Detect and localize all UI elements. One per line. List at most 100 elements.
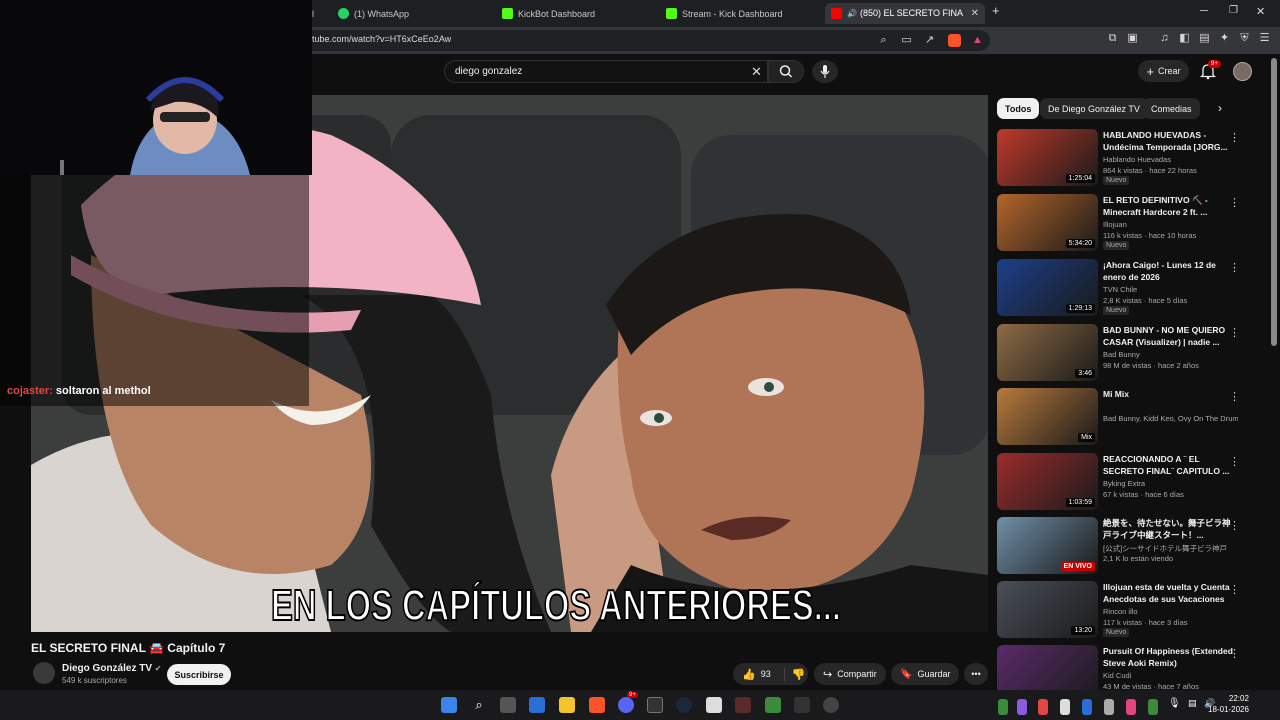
tray-icon-8[interactable] — [1148, 699, 1158, 715]
task-view-icon[interactable] — [500, 697, 516, 713]
tray-icon-1[interactable] — [998, 699, 1008, 715]
recommendation-title[interactable]: Mi Mix — [1103, 389, 1233, 401]
recommendation-card[interactable]: 1:03:59 REACCIONANDO A ¨ EL SECRETO FINAL… — [997, 453, 1277, 511]
tray-icon-4[interactable] — [1060, 699, 1070, 715]
tray-icon-6[interactable] — [1104, 699, 1114, 715]
tray-icon-2[interactable] — [1017, 699, 1027, 715]
video-thumbnail[interactable]: EN VIVO — [997, 517, 1098, 574]
music-icon[interactable]: ♫ — [1158, 32, 1171, 45]
chevron-right-icon[interactable]: › — [1218, 101, 1222, 115]
more-vertical-icon[interactable]: ⋮ — [1229, 261, 1240, 274]
cast-icon[interactable]: ▭ — [900, 34, 913, 47]
video-thumbnail[interactable]: Mix — [997, 388, 1098, 445]
epic-games-icon[interactable] — [647, 697, 663, 713]
recommendation-channel[interactable]: Illojuan — [1103, 220, 1238, 229]
share-icon[interactable]: ↗ — [923, 34, 936, 47]
restore-icon[interactable]: ❐ — [1229, 5, 1238, 16]
steam-icon[interactable] — [676, 697, 692, 713]
recommendation-card[interactable]: 1:25:04 HABLANDO HUEVADAS - Undécima Temp… — [997, 129, 1277, 187]
chip-comedy[interactable]: Comedias — [1143, 98, 1200, 119]
recommendation-channel[interactable]: Byking Extra — [1103, 479, 1238, 488]
recommendation-card[interactable]: 13:20 Illojuan esta de vuelta y Cuenta An… — [997, 581, 1277, 639]
channel-name[interactable]: Diego González TV ✔ — [62, 663, 162, 674]
recommendation-title[interactable]: ¡Ahora Caigo! - Lunes 12 de enero de 202… — [1103, 260, 1233, 283]
recommendation-channel[interactable]: Kid Cudi — [1103, 671, 1238, 680]
brave-shield-icon[interactable] — [948, 34, 961, 47]
more-vertical-icon[interactable]: ⋮ — [1229, 131, 1240, 144]
search-taskbar-icon[interactable]: ⌕ — [471, 697, 487, 713]
store-icon[interactable] — [529, 697, 545, 713]
start-icon[interactable] — [441, 697, 457, 713]
dislike-button[interactable]: 👎 — [783, 667, 805, 681]
recommendation-channel[interactable]: [公式]シーサイドホテル舞子ビラ神戸 — [1103, 543, 1238, 554]
recommendation-channel[interactable]: Bad Bunny, Kidd Keo, Ovy On The Drum... — [1103, 414, 1238, 423]
recommendation-title[interactable]: REACCIONANDO A ¨ EL SECRETO FINAL¨ CAPIT… — [1103, 454, 1233, 477]
recommendation-channel[interactable]: TVN Chile — [1103, 285, 1238, 294]
discord-icon[interactable] — [618, 697, 634, 713]
microphone-tray-icon[interactable]: 🎙 — [1168, 698, 1181, 714]
minecraft-icon[interactable] — [765, 697, 781, 713]
search-input[interactable]: diego gonzalez ✕ — [444, 60, 768, 83]
more-vertical-icon[interactable]: ⋮ — [1229, 196, 1240, 209]
recommendation-title[interactable]: EL RETO DEFINITIVO ⛏️ - Minecraft Hardco… — [1103, 195, 1233, 218]
video-thumbnail[interactable]: 5:34:20 — [997, 194, 1098, 251]
recommendation-card[interactable]: 3:46 BAD BUNNY - NO ME QUIERO CASAR (Visu… — [997, 324, 1277, 382]
video-thumbnail[interactable]: 3:46 — [997, 324, 1098, 381]
zoom-icon[interactable]: ⌕ — [877, 34, 890, 47]
tab-whatsapp[interactable]: (1) WhatsApp — [338, 3, 488, 24]
chip-channel[interactable]: De Diego González TV — [1040, 98, 1148, 119]
recommendation-card[interactable]: 1:29:13 ¡Ahora Caigo! - Lunes 12 de enero… — [997, 259, 1277, 317]
sidebar-icon[interactable]: ◧ — [1178, 32, 1191, 45]
brave-rewards-icon[interactable]: ▲ — [971, 34, 984, 47]
video-thumbnail[interactable]: 13:20 — [997, 581, 1098, 638]
video-thumbnail[interactable]: 1:03:59 — [997, 453, 1098, 510]
davinci-icon[interactable] — [794, 697, 810, 713]
app-n-icon[interactable] — [706, 697, 722, 713]
subscribe-button[interactable]: Suscribirse — [167, 664, 231, 685]
tab-kick-dashboard[interactable]: Stream - Kick Dashboard — [666, 3, 816, 24]
recommendation-title[interactable]: Illojuan esta de vuelta y Cuenta Anecdot… — [1103, 582, 1233, 606]
create-button[interactable]: + Crear — [1138, 60, 1189, 82]
share-button[interactable]: ↪ Compartir — [814, 663, 886, 685]
menu-icon[interactable]: ☰ — [1258, 32, 1271, 45]
more-vertical-icon[interactable]: ⋮ — [1229, 519, 1240, 532]
recommendation-title[interactable]: BAD BUNNY - NO ME QUIERO CASAR (Visualiz… — [1103, 325, 1233, 348]
file-explorer-icon[interactable] — [559, 697, 575, 713]
tray-icon-7[interactable] — [1126, 699, 1136, 715]
tab-partial[interactable]: l — [312, 3, 314, 24]
search-button[interactable] — [768, 60, 804, 83]
system-clock[interactable]: 22:02 18-01-2026 — [1208, 693, 1249, 715]
leo-ai-icon[interactable]: ✦ — [1218, 32, 1231, 45]
extensions-icon[interactable]: ⧉ — [1106, 32, 1119, 45]
tray-icon-3[interactable] — [1038, 699, 1048, 715]
obs-icon[interactable] — [823, 697, 839, 713]
app-m-icon[interactable] — [735, 697, 751, 713]
more-vertical-icon[interactable]: ⋮ — [1229, 326, 1240, 339]
more-vertical-icon[interactable]: ⋮ — [1229, 390, 1240, 403]
recommendation-channel[interactable]: Bad Bunny — [1103, 350, 1238, 359]
url-field[interactable]: tube.com/watch?v=HT6xCeEo2Aw ⌕ ▭ ↗ ▲ — [300, 30, 990, 51]
more-vertical-icon[interactable]: ⋮ — [1229, 455, 1240, 468]
brave-taskbar-icon[interactable] — [589, 697, 605, 713]
clear-search-icon[interactable]: ✕ — [751, 64, 762, 80]
close-tab-icon[interactable]: ✕ — [971, 8, 979, 19]
chip-all[interactable]: Todos — [997, 98, 1040, 119]
recommendation-card[interactable]: Mix Mi Mix Bad Bunny, Kidd Keo, Ovy On The… — [997, 388, 1277, 446]
more-vertical-icon[interactable]: ⋮ — [1229, 647, 1240, 660]
save-button[interactable]: 🔖 Guardar — [891, 663, 960, 685]
recommendation-title[interactable]: Pursuit Of Happiness (Extended Steve Aok… — [1103, 646, 1233, 669]
recommendation-card[interactable]: 5:34:20 EL RETO DEFINITIVO ⛏️ - Minecraft… — [997, 194, 1277, 252]
recommendation-card[interactable]: EN VIVO 絶景を、待たせない。舞子ビラ神戸ライブ中継スタート！... [公式]… — [997, 517, 1277, 575]
scrollbar[interactable] — [1271, 58, 1277, 346]
network-icon[interactable]: ▤ — [1188, 698, 1198, 714]
close-window-icon[interactable]: ✕ — [1256, 5, 1265, 18]
video-thumbnail[interactable]: 1:29:13 — [997, 259, 1098, 316]
like-button[interactable]: 👍 93 — [742, 668, 771, 681]
vpn-icon[interactable]: ⛨ — [1238, 32, 1251, 45]
minimize-icon[interactable]: ─ — [1200, 5, 1208, 17]
recommendation-channel[interactable]: Rincon illo — [1103, 607, 1238, 616]
screenshot-icon[interactable]: ▣ — [1126, 32, 1139, 45]
channel-avatar[interactable] — [33, 662, 55, 684]
more-actions-button[interactable]: ••• — [964, 663, 988, 685]
wallet-icon[interactable]: ▤ — [1198, 32, 1211, 45]
